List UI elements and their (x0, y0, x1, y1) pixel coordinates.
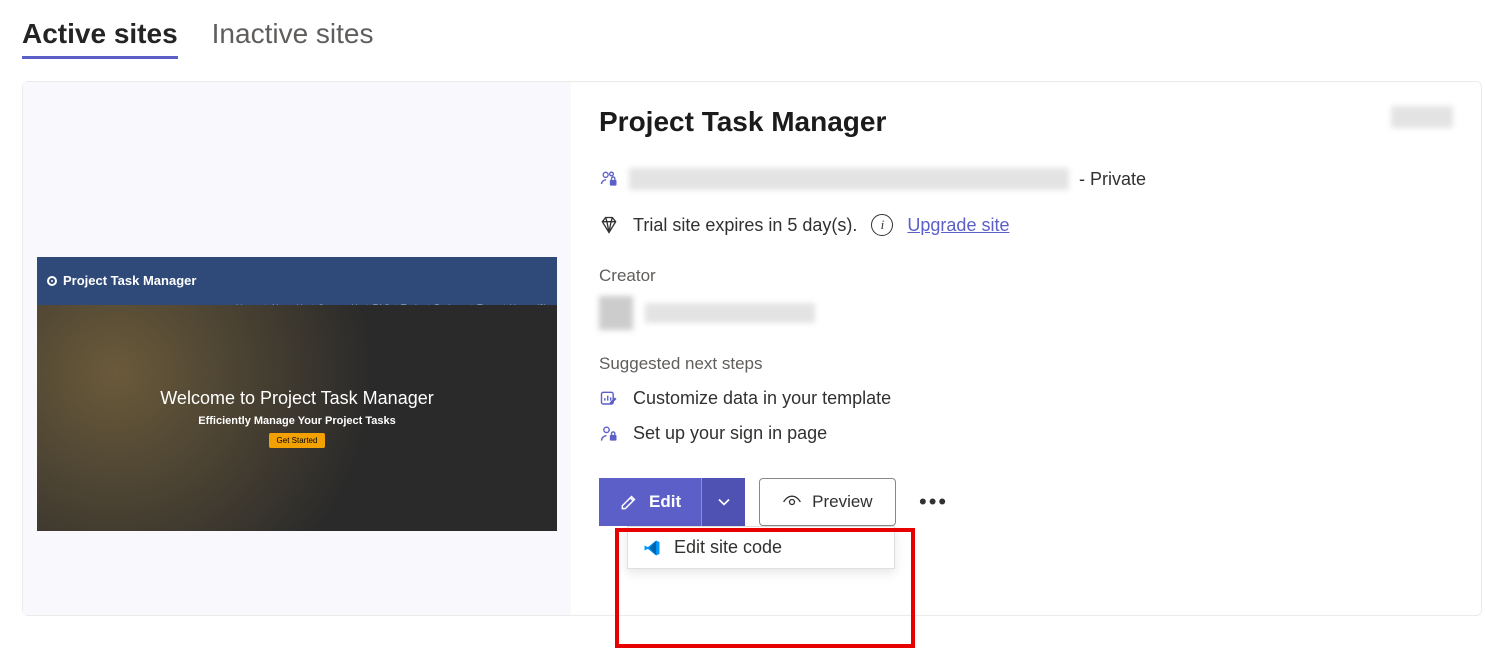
ellipsis-icon: ••• (919, 489, 948, 515)
site-thumbnail-column: Project Task Manager Home| About Us| Con… (23, 82, 571, 615)
site-card: Project Task Manager Home| About Us| Con… (22, 81, 1482, 616)
trial-row: Trial site expires in 5 day(s). i Upgrad… (599, 214, 1453, 236)
thumb-navbar: Project Task Manager (37, 257, 557, 305)
creator-row (599, 296, 1453, 330)
preview-button[interactable]: Preview (759, 478, 895, 526)
thumb-hero: Welcome to Project Task Manager Efficien… (37, 305, 557, 531)
suggested-steps-label: Suggested next steps (599, 354, 1453, 374)
people-lock-icon (599, 169, 619, 189)
step-setup-signin[interactable]: Set up your sign in page (599, 423, 1453, 444)
diamond-icon (599, 215, 619, 235)
chart-edit-icon (599, 389, 619, 409)
redacted-url (629, 168, 1069, 190)
thumb-app-name: Project Task Manager (63, 273, 196, 288)
edit-button-label: Edit (649, 492, 681, 512)
info-icon[interactable]: i (871, 214, 893, 236)
chevron-down-icon (714, 492, 734, 512)
edit-dropdown-button[interactable] (701, 478, 745, 526)
creator-avatar (599, 296, 633, 330)
preview-button-label: Preview (812, 492, 872, 512)
edit-site-code-item[interactable]: Edit site code (674, 537, 782, 558)
tab-active-sites[interactable]: Active sites (22, 18, 178, 59)
thumb-logo-icon (47, 276, 57, 286)
thumb-logo: Project Task Manager (47, 273, 196, 288)
site-url-row: - Private (599, 168, 1453, 190)
action-bar: Edit (599, 478, 1453, 526)
edit-button[interactable]: Edit (599, 478, 701, 526)
site-visibility: - Private (1079, 169, 1146, 190)
eye-icon (782, 492, 802, 512)
tab-inactive-sites[interactable]: Inactive sites (212, 18, 374, 59)
step-text: Set up your sign in page (633, 423, 827, 444)
step-customize-data[interactable]: Customize data in your template (599, 388, 1453, 409)
vscode-icon (642, 538, 662, 558)
upgrade-site-link[interactable]: Upgrade site (907, 215, 1009, 236)
edit-split-button: Edit (599, 478, 745, 526)
tabs: Active sites Inactive sites (22, 18, 1463, 59)
more-actions-button[interactable]: ••• (910, 478, 958, 526)
thumb-hero-subtitle: Efficiently Manage Your Project Tasks (198, 415, 395, 427)
redacted-creator-name (645, 303, 815, 323)
site-detail-column: Project Task Manager - Private (571, 82, 1481, 615)
edit-dropdown-menu: Edit site code (627, 526, 895, 569)
person-lock-icon (599, 424, 619, 444)
thumb-hero-button: Get Started (269, 433, 326, 448)
site-thumbnail: Project Task Manager Home| About Us| Con… (37, 257, 557, 531)
thumb-hero-title: Welcome to Project Task Manager (160, 388, 433, 409)
trial-text: Trial site expires in 5 day(s). (633, 215, 857, 236)
step-text: Customize data in your template (633, 388, 891, 409)
creator-label: Creator (599, 266, 1453, 286)
pencil-icon (619, 492, 639, 512)
site-title: Project Task Manager (599, 106, 886, 138)
redacted-badge (1391, 106, 1453, 128)
